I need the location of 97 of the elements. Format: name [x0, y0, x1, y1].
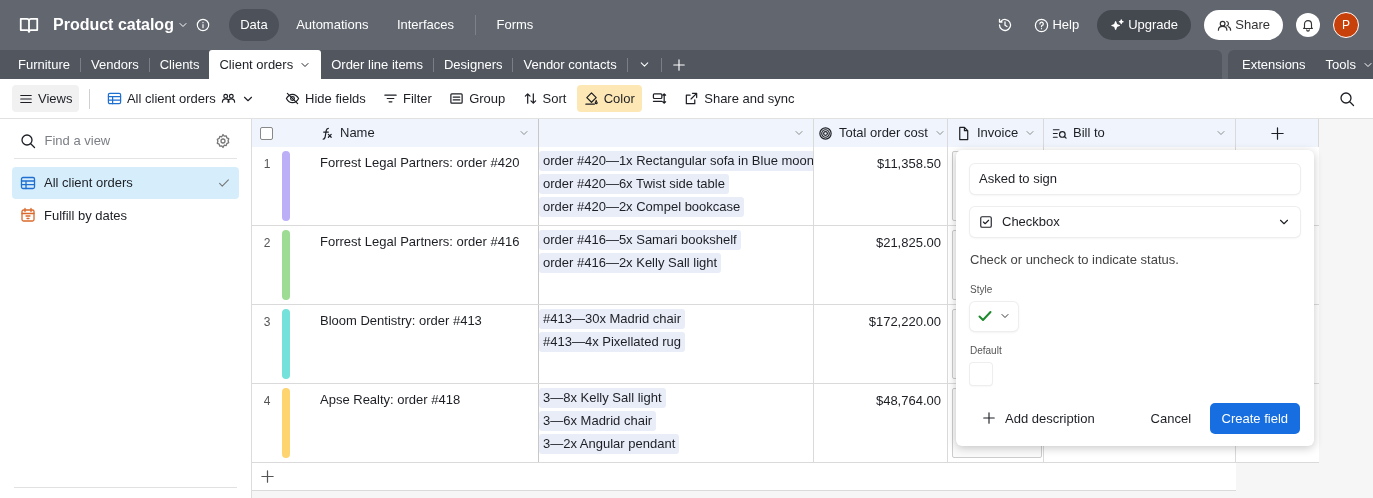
add-description-button[interactable]: Add description	[970, 402, 1107, 434]
rollup-icon	[818, 125, 833, 141]
toolbar-button[interactable]: Sort	[515, 84, 574, 113]
field-description: Check or uncheck to indicate status.	[970, 251, 1180, 269]
table-tab[interactable]: Furniture	[8, 50, 81, 79]
row-height-icon	[652, 91, 667, 106]
table-tab[interactable]: Designers	[433, 50, 513, 79]
column-title: Invoice	[977, 124, 1019, 143]
table-tab[interactable]: Client orders	[209, 50, 322, 79]
row-number: 4	[262, 393, 272, 410]
linked-record-chip[interactable]: #413—30x Madrid chair	[539, 309, 686, 329]
group-icon	[449, 91, 465, 106]
help-button[interactable]: Help	[1026, 10, 1088, 40]
currency-cell: $11,358.50	[814, 147, 948, 225]
people-icon	[220, 91, 236, 106]
check-icon	[977, 308, 993, 324]
upgrade-button[interactable]: Upgrade	[1096, 10, 1192, 40]
linked-record-chip[interactable]: #413—4x Pixellated rug	[539, 332, 686, 352]
name-cell-text: Bloom Dentistry: order #413	[319, 312, 482, 330]
views-button[interactable]: Views	[12, 84, 80, 113]
nav-tab[interactable]: Data	[229, 9, 279, 41]
nav-tab[interactable]: Forms	[485, 9, 545, 41]
notifications-button[interactable]	[1296, 13, 1320, 37]
style-dropdown[interactable]	[970, 301, 1018, 331]
share-out-icon	[684, 91, 700, 106]
style-label: Style	[970, 282, 994, 297]
column-title: Total order cost	[839, 124, 928, 143]
bell-icon	[1301, 18, 1315, 32]
plus-icon	[671, 57, 686, 72]
linked-record-chip[interactable]: order #420—2x Compel bookcase	[539, 197, 745, 217]
row-number: 1	[262, 156, 272, 173]
row-number: 2	[262, 235, 272, 252]
tools-button[interactable]: Tools	[1315, 50, 1373, 79]
view-search-field[interactable]: Find a view	[42, 129, 209, 152]
add-field-button[interactable]	[1236, 119, 1319, 147]
grid-icon	[106, 91, 122, 106]
calendar-icon	[20, 207, 36, 224]
linked-record-chip[interactable]: 3—8x Kelly Sall light	[539, 388, 666, 408]
search-icon[interactable]	[1338, 90, 1355, 107]
currency-cell: $172,220.00	[814, 305, 948, 383]
column-header[interactable]: Invoice	[948, 119, 1044, 147]
currency-cell: $21,825.00	[814, 226, 948, 304]
select-all-checkbox[interactable]	[260, 126, 273, 140]
extensions-button[interactable]: Extensions	[1232, 50, 1316, 79]
default-label: Default	[970, 343, 1003, 358]
share-button[interactable]: Share	[1204, 10, 1283, 40]
plus-icon	[982, 411, 996, 426]
toolbar-button[interactable]: Filter	[376, 84, 439, 113]
settings-icon[interactable]	[215, 132, 231, 149]
row-number: 3	[262, 314, 272, 331]
name-cell-text: Forrest Legal Partners: order #416	[319, 233, 520, 251]
help-icon	[1034, 17, 1050, 33]
create-field-button[interactable]: Create field	[1209, 402, 1300, 434]
toolbar-button[interactable]: Share and sync	[677, 84, 802, 113]
paint-bucket-icon	[583, 91, 599, 106]
nav-tab[interactable]: Automations	[285, 9, 380, 41]
name-cell-text: Forrest Legal Partners: order #420	[319, 154, 520, 172]
sort-icon	[522, 91, 538, 106]
currency-cell: $48,764.00	[814, 384, 948, 462]
view-switcher[interactable]: All client orders	[99, 84, 262, 113]
info-icon[interactable]	[195, 18, 210, 32]
column-title: Name	[340, 124, 375, 143]
name-cell-text: Apse Realty: order #418	[319, 391, 461, 409]
view-item[interactable]: Fulfill by dates	[12, 199, 239, 231]
linked-record-chip[interactable]: 3—2x Angular pendant	[539, 434, 680, 454]
field-type-dropdown[interactable]: Checkbox	[970, 207, 1300, 237]
search-icon	[20, 132, 36, 149]
toolbar-button[interactable]: Group	[442, 84, 513, 113]
sparkle-icon	[1109, 17, 1125, 33]
column-title: Bill to	[1073, 124, 1105, 143]
linked-record-chip[interactable]: order #420—1x Rectangular sofa in Blue moon	[539, 151, 813, 171]
table-tab[interactable]: Clients	[149, 50, 210, 79]
history-icon[interactable]	[997, 17, 1014, 33]
column-header[interactable]: Total order cost	[814, 119, 948, 147]
eye-slash-icon	[285, 91, 301, 106]
plus-icon	[260, 469, 275, 484]
grid-icon	[20, 174, 36, 191]
field-name-input[interactable]: Asked to sign	[970, 164, 1300, 194]
cancel-button[interactable]: Cancel	[1138, 402, 1203, 434]
column-header[interactable]: Bill to	[1044, 119, 1236, 147]
linked-record-chip[interactable]: order #416—2x Kelly Sall light	[539, 253, 722, 273]
toolbar-button[interactable]: Hide fields	[278, 84, 373, 113]
document-icon	[956, 125, 971, 141]
linked-record-chip[interactable]: order #420—6x Twist side table	[539, 174, 729, 194]
column-header[interactable]: Name	[252, 119, 539, 147]
checkbox-icon	[979, 215, 993, 229]
linked-record-chip[interactable]: order #416—5x Samari bookshelf	[539, 230, 741, 250]
linked-record-chip[interactable]: 3—6x Madrid chair	[539, 411, 657, 431]
user-avatar[interactable]: P	[1333, 12, 1359, 38]
toolbar-button[interactable]: Color	[576, 84, 642, 113]
nav-tab[interactable]: Interfaces	[385, 9, 465, 41]
view-item[interactable]: All client orders	[12, 167, 239, 199]
app-title[interactable]: Product catalog	[53, 13, 190, 37]
table-tab[interactable]: Vendors	[81, 50, 149, 79]
table-tab[interactable]: Vendor contacts	[513, 50, 627, 79]
plus-icon	[1269, 125, 1285, 141]
table-tab[interactable]: Order line items	[321, 50, 433, 79]
